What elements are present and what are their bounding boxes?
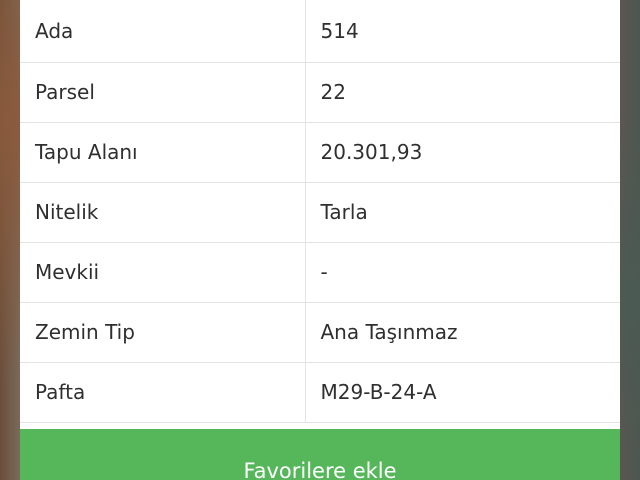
- row-label: Nitelik: [20, 182, 306, 243]
- table-row-ada: Ada 514: [20, 0, 620, 63]
- table-row-tapu-alani: Tapu Alanı 20.301,93: [20, 122, 620, 183]
- row-label: Parsel: [20, 62, 306, 123]
- property-details-panel: Ada 514 Parsel 22 Tapu Alanı 20.301,93 N…: [20, 0, 620, 480]
- row-value: Tarla: [305, 182, 620, 243]
- table-row-zemin-tip: Zemin Tip Ana Taşınmaz: [20, 302, 620, 363]
- row-value: 20.301,93: [305, 122, 620, 183]
- add-to-favorites-button[interactable]: Favorilere ekle: [20, 429, 620, 480]
- row-value: Ana Taşınmaz: [305, 302, 620, 363]
- table-row-pafta: Pafta M29-B-24-A: [20, 362, 620, 423]
- row-label: Zemin Tip: [20, 302, 306, 363]
- row-value: -: [305, 242, 620, 303]
- row-label: Mevkii: [20, 242, 306, 303]
- row-label: Pafta: [20, 362, 306, 423]
- table-row-mevkii: Mevkii -: [20, 242, 620, 303]
- property-info-table: Ada 514 Parsel 22 Tapu Alanı 20.301,93 N…: [20, 0, 620, 423]
- row-label: Ada: [20, 0, 306, 63]
- row-value: 514: [305, 0, 620, 63]
- row-label: Tapu Alanı: [20, 122, 306, 183]
- table-row-parsel: Parsel 22: [20, 62, 620, 123]
- row-value: 22: [305, 62, 620, 123]
- table-row-nitelik: Nitelik Tarla: [20, 182, 620, 243]
- row-value: M29-B-24-A: [305, 362, 620, 423]
